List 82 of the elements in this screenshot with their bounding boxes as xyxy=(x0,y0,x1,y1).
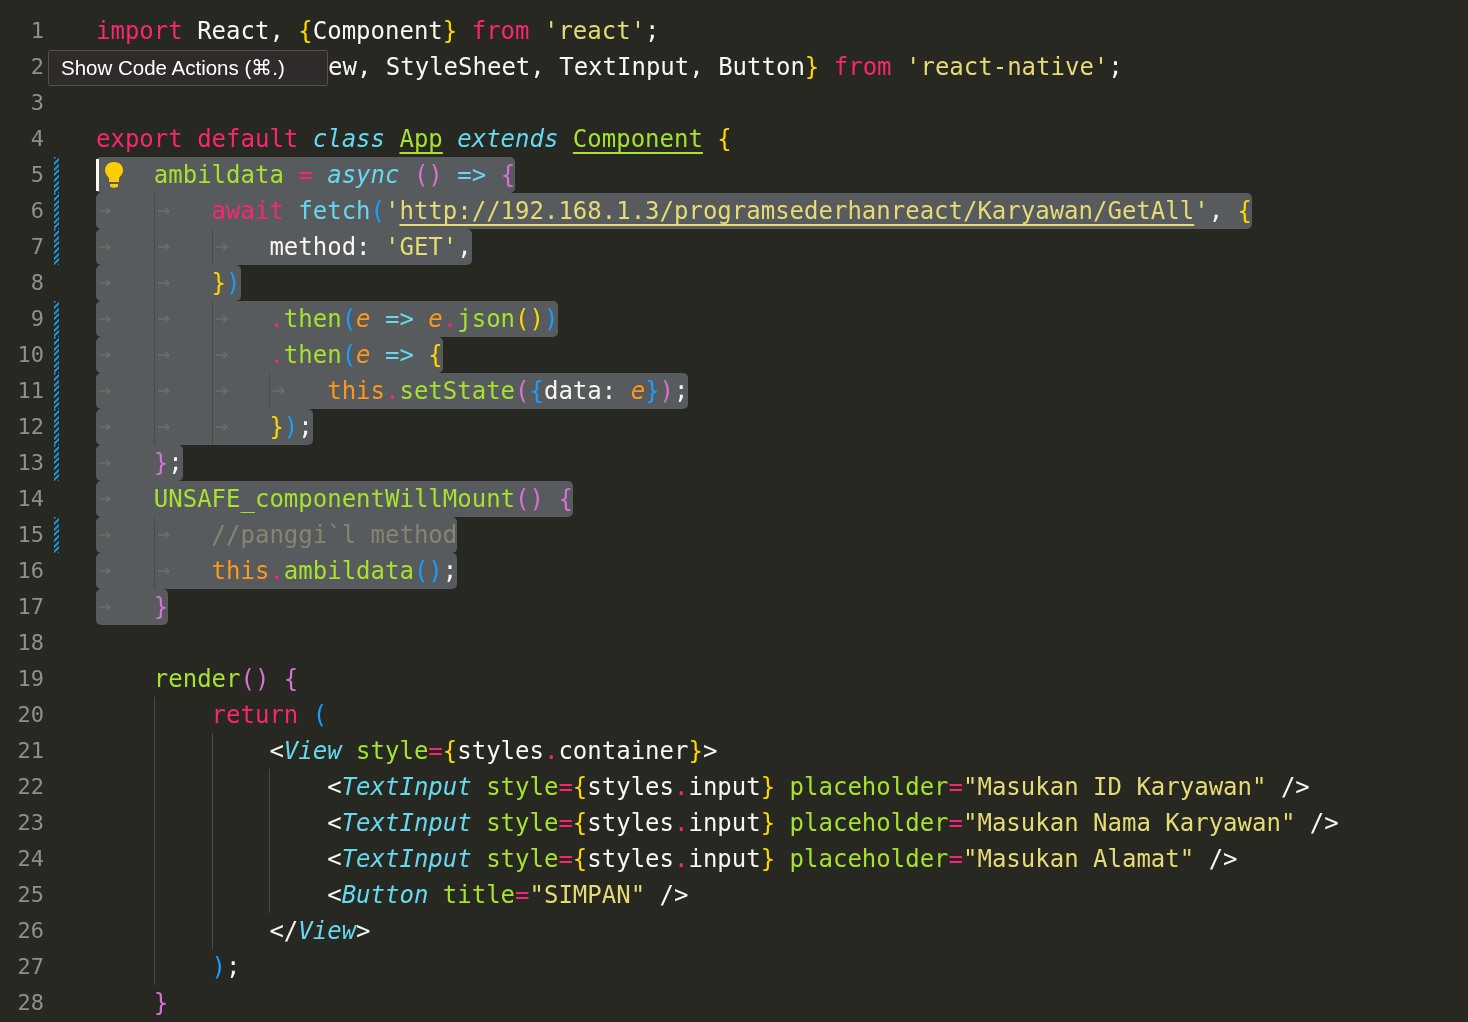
line-number: 15 xyxy=(16,521,44,549)
code-line: <TextInput style={styles.input} placeholder="Masukan Nama Karyawan" /> xyxy=(327,808,1339,839)
code-line: ambildata = async () => { xyxy=(153,160,516,191)
tab-arrow-icon xyxy=(156,530,171,540)
code-line: <View style={styles.container}> xyxy=(269,736,718,767)
tab-arrow-icon xyxy=(98,242,112,252)
tab-arrow-icon xyxy=(272,386,287,396)
tab-arrow-icon xyxy=(156,206,171,216)
tab-arrow-icon xyxy=(214,350,229,360)
line-number: 6 xyxy=(29,197,44,225)
code-line: } xyxy=(153,988,169,1019)
code-line: import React, {Component} from 'react'; xyxy=(96,16,660,47)
code-line: <TextInput style={styles.input} placeholder="Masukan Alamat" /> xyxy=(327,844,1238,875)
code-line: render() { xyxy=(153,664,299,695)
line-number: 13 xyxy=(16,449,44,477)
line-number: 25 xyxy=(16,881,44,909)
code-line: ew, StyleSheet, TextInput, Button} from 'react-native'; xyxy=(328,52,1123,83)
tab-arrow-icon xyxy=(98,314,112,324)
line-number: 27 xyxy=(16,953,44,981)
tab-arrow-icon xyxy=(98,530,112,540)
tab-arrow-icon xyxy=(98,566,112,576)
line-number: 17 xyxy=(16,593,44,621)
line-number: 23 xyxy=(16,809,44,837)
line-number: 18 xyxy=(16,629,44,657)
line-number: 9 xyxy=(29,305,44,333)
tab-arrow-icon xyxy=(98,458,112,468)
code-line: this.setState({data: e}); xyxy=(327,376,689,407)
tab-arrow-icon xyxy=(98,602,112,612)
line-number: 19 xyxy=(16,665,44,693)
code-line: <Button title="SIMPAN" /> xyxy=(327,880,689,911)
tab-arrow-icon xyxy=(214,422,229,432)
line-number: 8 xyxy=(29,269,44,297)
code-line: method: 'GET', xyxy=(269,232,472,263)
tab-arrow-icon xyxy=(98,350,112,360)
line-number: 16 xyxy=(16,557,44,585)
line-number: 11 xyxy=(16,377,44,405)
line-number: 7 xyxy=(29,233,44,261)
code-line: </View> xyxy=(269,916,371,947)
line-number: 14 xyxy=(16,485,44,513)
code-actions-tooltip: Show Code Actions (⌘.) xyxy=(48,50,328,86)
code-line: }); xyxy=(269,412,313,443)
code-line: }) xyxy=(211,268,241,299)
tab-arrow-icon xyxy=(156,242,171,252)
line-number: 24 xyxy=(16,845,44,873)
code-line: return ( xyxy=(211,700,328,731)
line-number: 21 xyxy=(16,737,44,765)
line-number: 4 xyxy=(29,125,44,153)
tab-arrow-icon xyxy=(98,422,112,432)
line-number: 28 xyxy=(16,989,44,1017)
tab-arrow-icon xyxy=(98,278,112,288)
line-number: 12 xyxy=(16,413,44,441)
code-line: }; xyxy=(153,448,183,479)
tab-arrow-icon xyxy=(156,278,171,288)
code-line: this.ambildata(); xyxy=(211,556,458,587)
lightbulb-icon[interactable] xyxy=(104,161,124,189)
tab-arrow-icon xyxy=(156,386,171,396)
code-line: } xyxy=(153,592,169,623)
line-number: 3 xyxy=(29,89,44,117)
line-number: 22 xyxy=(16,773,44,801)
tab-arrow-icon xyxy=(156,422,171,432)
code-line: .then(e => e.json()) xyxy=(269,304,559,335)
line-number: 2 xyxy=(29,53,44,81)
line-number: 10 xyxy=(16,341,44,369)
tab-arrow-icon xyxy=(156,314,171,324)
code-line: UNSAFE_componentWillMount() { xyxy=(153,484,573,515)
tab-arrow-icon xyxy=(98,494,112,504)
code-line: .then(e => { xyxy=(269,340,443,371)
code-line: export default class App extends Component { xyxy=(96,124,732,155)
tab-arrow-icon xyxy=(98,206,112,216)
tab-arrow-icon xyxy=(98,386,112,396)
tab-arrow-icon xyxy=(156,566,171,576)
tab-arrow-icon xyxy=(214,386,229,396)
code-line: ); xyxy=(211,952,241,983)
tab-arrow-icon xyxy=(214,242,229,252)
code-line: await fetch('http://192.168.1.3/programsederhanreact/Karyawan/GetAll', { xyxy=(211,196,1252,227)
line-number: 5 xyxy=(29,161,44,189)
tab-arrow-icon xyxy=(156,350,171,360)
line-number: 26 xyxy=(16,917,44,945)
tab-arrow-icon xyxy=(214,314,229,324)
line-number: 20 xyxy=(16,701,44,729)
code-line: <TextInput style={styles.input} placeholder="Masukan ID Karyawan" /> xyxy=(327,772,1310,803)
line-number: 1 xyxy=(29,17,44,45)
